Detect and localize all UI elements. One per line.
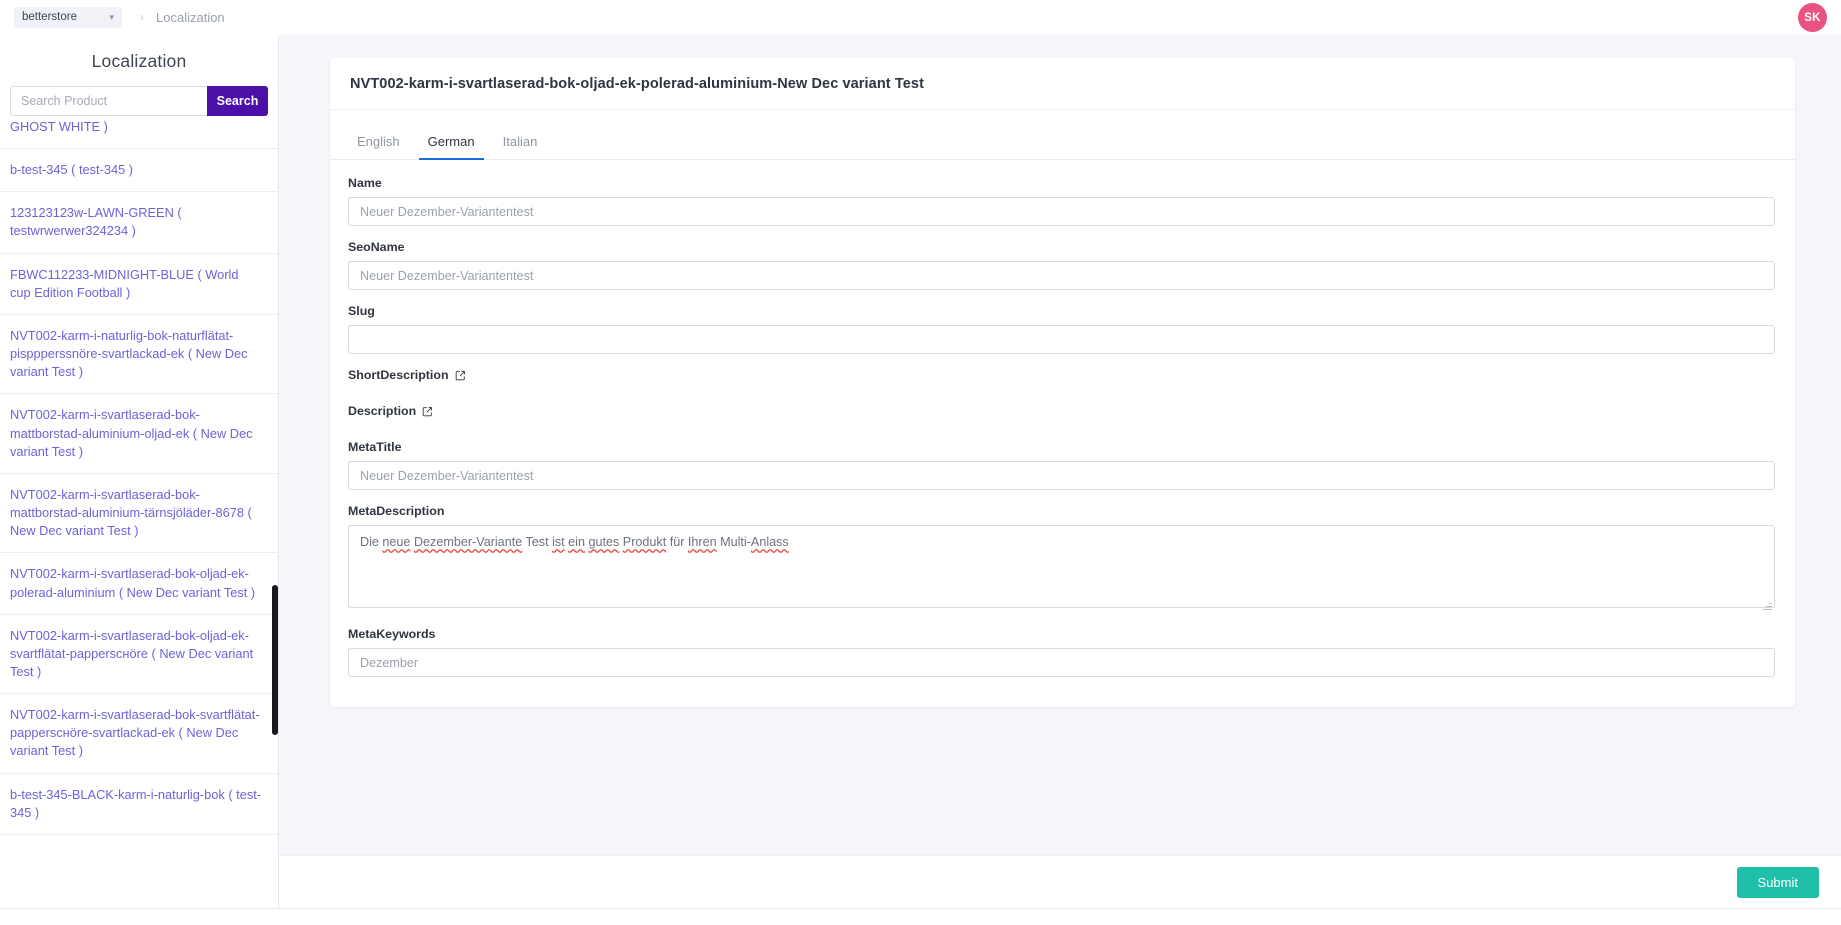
- list-item[interactable]: 123123123w-LAWN-GREEN ( testwrwerwer3242…: [0, 192, 278, 254]
- slug-input[interactable]: [348, 325, 1775, 354]
- store-selector-label: betterstore: [22, 11, 77, 23]
- list-item[interactable]: b-test-345-BLACK-karm-i-naturlig-bok ( t…: [0, 774, 278, 835]
- tab-english[interactable]: English: [348, 130, 409, 160]
- sidebar: Localization Search GHOST WHITE )b-test-…: [0, 35, 279, 925]
- main-content: NVT002-karm-i-svartlaserad-bok-oljad-ek-…: [279, 35, 1841, 925]
- store-selector[interactable]: betterstore ▾: [14, 6, 122, 28]
- metadescription-textarea[interactable]: [348, 525, 1775, 608]
- field-seoname: SeoName: [348, 240, 1775, 290]
- list-item[interactable]: NVT002-karm-i-svartlaserad-bok-oljad-ek-…: [0, 615, 278, 695]
- metakeywords-input[interactable]: [348, 648, 1775, 677]
- list-item[interactable]: b-test-345 ( test-345 ): [0, 149, 278, 193]
- submit-button[interactable]: Submit: [1736, 866, 1819, 898]
- field-description: Description: [348, 404, 1775, 418]
- metakeywords-label: MetaKeywords: [348, 627, 436, 641]
- edit-square-icon[interactable]: [455, 370, 466, 381]
- field-shortdescription: ShortDescription: [348, 368, 1775, 382]
- list-item[interactable]: NVT002-karm-i-naturlig-bok-naturflätat-p…: [0, 315, 278, 395]
- sidebar-scrollbar-track[interactable]: [272, 120, 278, 925]
- description-label: Description: [348, 404, 1775, 418]
- list-item[interactable]: FBWC112233-MIDNIGHT-BLUE ( World cup Edi…: [0, 254, 278, 315]
- product-list: GHOST WHITE ) b-test-345 ( test-345 ) 1231…: [0, 120, 278, 925]
- language-tabs: English German Italian: [330, 110, 1795, 160]
- description-label-text: Description: [348, 404, 417, 418]
- tab-german[interactable]: German: [418, 130, 484, 160]
- sidebar-title: Localization: [91, 51, 187, 71]
- localization-card: NVT002-karm-i-svartlaserad-bok-oljad-ek-…: [330, 58, 1795, 707]
- breadcrumb: Localization: [156, 9, 225, 25]
- metadescription-wrapper: Die neue Dezember-Variante Test ist ein …: [348, 525, 1775, 613]
- search-input[interactable]: [10, 86, 207, 116]
- list-item[interactable]: NVT002-karm-i-svartlaserad-bok-svartflät…: [0, 694, 278, 774]
- field-slug: Slug: [348, 304, 1775, 354]
- field-name: Name: [348, 176, 1775, 226]
- list-item[interactable]: GHOST WHITE ): [0, 120, 278, 150]
- localization-form: Name SeoName Slug ShortDescription: [330, 160, 1795, 677]
- shortdescription-label-text: ShortDescription: [348, 368, 449, 382]
- field-metadescription: MetaDescription Die neue Dezember-Varian…: [348, 504, 1775, 613]
- list-item[interactable]: NVT002-karm-i-svartlaserad-bok-mattborst…: [0, 474, 278, 554]
- search-button[interactable]: Search: [207, 86, 268, 116]
- list-item[interactable]: NVT002-karm-i-svartlaserad-bok-oljad-ek-…: [0, 553, 278, 615]
- slug-label: Slug: [348, 304, 375, 318]
- bottom-strip: [0, 908, 1841, 925]
- name-input[interactable]: [348, 197, 1775, 226]
- seoname-input[interactable]: [348, 261, 1775, 290]
- avatar-initials: SK: [1804, 11, 1821, 24]
- breadcrumb-separator: ›: [140, 10, 144, 24]
- field-metakeywords: MetaKeywords: [348, 627, 1775, 677]
- metadescription-label: MetaDescription: [348, 504, 445, 518]
- metatitle-input[interactable]: [348, 461, 1775, 490]
- field-metatitle: MetaTitle: [348, 440, 1775, 490]
- footer-bar: Submit: [279, 855, 1841, 908]
- sidebar-scrollbar-thumb[interactable]: [272, 585, 278, 735]
- seoname-label: SeoName: [348, 240, 405, 254]
- metatitle-label: MetaTitle: [348, 440, 402, 454]
- page-title: NVT002-karm-i-svartlaserad-bok-oljad-ek-…: [330, 58, 1795, 110]
- list-item[interactable]: NVT002-karm-i-svartlaserad-bok-mattborst…: [0, 394, 278, 474]
- page-body: Localization Search GHOST WHITE )b-test-…: [0, 35, 1841, 925]
- chevron-down-icon: ▾: [109, 11, 114, 22]
- avatar[interactable]: SK: [1798, 3, 1827, 32]
- name-label: Name: [348, 176, 382, 190]
- shortdescription-label: ShortDescription: [348, 368, 1775, 382]
- top-bar: betterstore ▾ › Localization SK: [0, 0, 1841, 35]
- tab-italian[interactable]: Italian: [494, 130, 547, 160]
- edit-square-icon[interactable]: [422, 406, 433, 417]
- search-row: Search: [0, 86, 278, 116]
